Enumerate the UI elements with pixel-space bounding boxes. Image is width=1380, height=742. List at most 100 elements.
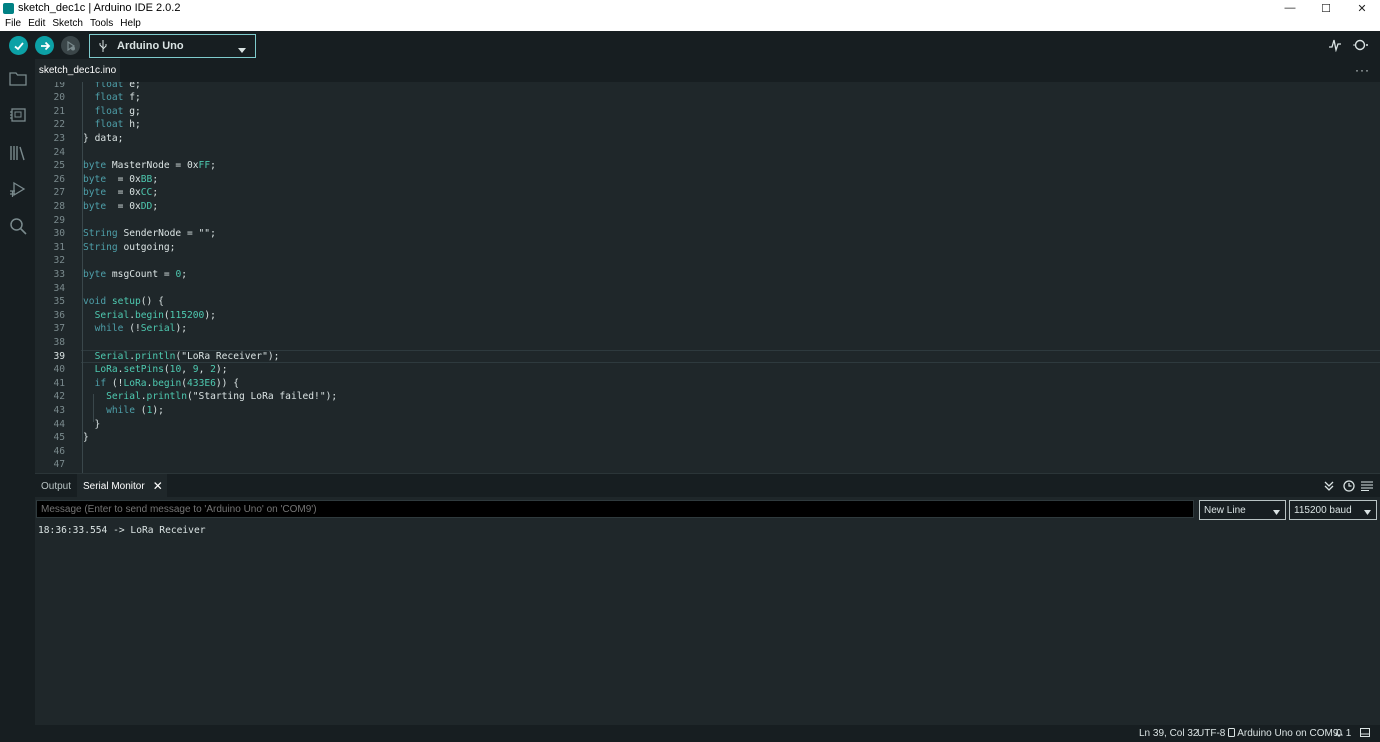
code-text: } — [83, 418, 101, 430]
line-number: 33 — [53, 268, 65, 280]
code-line[interactable]: 23} data; — [35, 132, 1380, 146]
code-editor[interactable]: 19 float e; 20 float f; 21 float g; 22 floa… — [35, 82, 1380, 473]
title-bar: sketch_dec1c | Arduino IDE 2.0.2 — ☐ ✕ — [0, 0, 1380, 16]
clear-list-icon — [1361, 481, 1373, 491]
notifications-indicator[interactable]: 1 — [1335, 728, 1351, 739]
line-number: 47 — [53, 459, 65, 471]
code-line[interactable]: 32 — [35, 254, 1380, 268]
toggle-panel-icon[interactable] — [1360, 728, 1370, 740]
line-number: 22 — [53, 119, 65, 131]
code-line[interactable]: 40 LoRa.setPins(10, 9, 2); — [35, 363, 1380, 377]
tab-serial-monitor-label: Serial Monitor — [83, 480, 145, 492]
code-line[interactable]: 29 — [35, 214, 1380, 228]
folder-icon[interactable] — [8, 68, 28, 88]
bottom-panel-tabs: Output Serial Monitor ✕ — [35, 473, 1380, 499]
code-line[interactable]: 24 — [35, 146, 1380, 160]
board-port-label: Arduino Uno on COM9 — [1237, 728, 1339, 739]
close-icon[interactable]: ✕ — [153, 479, 163, 493]
code-line[interactable]: 42 Serial.println("Starting LoRa failed!… — [35, 390, 1380, 404]
serial-monitor-panel: New Line 115200 baud 18:36:33.554 -> LoR… — [35, 497, 1380, 725]
debug-button[interactable] — [61, 36, 80, 55]
line-number: 46 — [53, 445, 65, 457]
code-line[interactable]: 46 — [35, 445, 1380, 459]
line-number: 19 — [53, 82, 65, 90]
code-line[interactable]: 37 while (!Serial); — [35, 322, 1380, 336]
code-line[interactable]: 25 byte MasterNode = 0xFF; — [35, 159, 1380, 173]
serial-message-input[interactable] — [36, 500, 1194, 518]
minimize-button[interactable]: — — [1272, 0, 1308, 16]
code-line[interactable]: 43 while (1); — [35, 404, 1380, 418]
timestamp-toggle-button[interactable] — [1341, 478, 1357, 494]
line-number: 27 — [53, 187, 65, 199]
close-window-button[interactable]: ✕ — [1344, 0, 1380, 16]
code-line[interactable]: 30 String SenderNode = ""; — [35, 227, 1380, 241]
board-selector[interactable]: Arduino Uno — [89, 34, 256, 58]
code-text: while (1); — [106, 404, 164, 416]
code-line[interactable]: 27 byte = 0xCC; — [35, 186, 1380, 200]
code-line[interactable]: 41 if (!LoRa.begin(433E6)) { — [35, 377, 1380, 391]
clear-output-button[interactable] — [1359, 478, 1375, 494]
serial-output-line: 18:36:33.554 -> LoRa Receiver — [38, 525, 206, 536]
code-line[interactable]: 20 float f; — [35, 91, 1380, 105]
code-line[interactable]: 34 — [35, 282, 1380, 296]
code-text: byte = 0xCC; — [83, 187, 159, 199]
tab-output[interactable]: Output — [41, 474, 71, 498]
line-number: 21 — [53, 105, 65, 117]
chevron-down-icon — [1273, 507, 1280, 518]
activity-sidebar — [0, 59, 35, 725]
arduino-app-icon — [3, 2, 14, 14]
tab-serial-monitor[interactable]: Serial Monitor ✕ — [77, 474, 167, 499]
code-line[interactable]: 39 Serial.println("LoRa Receiver"); — [35, 350, 1380, 364]
chevron-down-icon — [238, 42, 246, 56]
code-line[interactable]: 21 float g; — [35, 105, 1380, 119]
code-line[interactable]: 45} — [35, 431, 1380, 445]
code-line[interactable]: 33 byte msgCount = 0; — [35, 268, 1380, 282]
boards-manager-icon[interactable] — [8, 105, 28, 125]
menu-sketch[interactable]: Sketch — [52, 18, 83, 29]
tab-sketch-file[interactable]: sketch_dec1c.ino — [35, 59, 120, 82]
line-number: 25 — [53, 160, 65, 172]
search-icon[interactable] — [8, 216, 28, 236]
serial-monitor-button[interactable] — [1353, 37, 1369, 53]
menu-tools[interactable]: Tools — [90, 18, 113, 29]
verify-button[interactable] — [9, 36, 28, 55]
code-line[interactable]: 28 byte = 0xDD; — [35, 200, 1380, 214]
more-options-icon[interactable]: ··· — [1355, 63, 1370, 77]
editor-tab-bar: sketch_dec1c.ino ··· — [35, 59, 1380, 82]
code-text: float h; — [94, 119, 141, 131]
maximize-button[interactable]: ☐ — [1308, 0, 1344, 16]
code-line[interactable]: 31 String outgoing; — [35, 241, 1380, 255]
menu-edit[interactable]: Edit — [28, 18, 45, 29]
menu-file[interactable]: File — [5, 18, 21, 29]
code-line[interactable]: 26 byte = 0xBB; — [35, 173, 1380, 187]
magnifier-icon — [1353, 39, 1368, 51]
baud-rate-select[interactable]: 115200 baud — [1289, 500, 1377, 520]
code-line[interactable]: 44 } — [35, 418, 1380, 432]
library-manager-icon[interactable] — [8, 142, 28, 162]
arrow-right-icon — [40, 41, 50, 50]
window-controls: — ☐ ✕ — [1272, 0, 1380, 16]
code-line[interactable]: 47 — [35, 458, 1380, 472]
code-line[interactable]: 22 float h; — [35, 118, 1380, 132]
serial-plotter-button[interactable] — [1327, 37, 1343, 53]
menu-help[interactable]: Help — [120, 18, 141, 29]
line-number: 24 — [53, 146, 65, 158]
autoscroll-button[interactable] — [1321, 478, 1337, 494]
cursor-position[interactable]: Ln 39, Col 32 — [1139, 728, 1199, 739]
board-name: Arduino Uno — [117, 40, 184, 52]
code-line[interactable]: 36 Serial.begin(115200); — [35, 309, 1380, 323]
plotter-icon — [1329, 39, 1341, 52]
code-line[interactable]: 35 void setup() { — [35, 295, 1380, 309]
debug-sidebar-icon[interactable] — [8, 179, 28, 199]
code-text: Serial.begin(115200); — [94, 309, 216, 321]
baud-rate-value: 115200 baud — [1294, 504, 1352, 516]
code-line[interactable]: 38 — [35, 336, 1380, 350]
code-line[interactable]: 19 float e; — [35, 82, 1380, 91]
encoding: UTF-8 — [1197, 728, 1226, 739]
upload-button[interactable] — [35, 36, 54, 55]
line-ending-select[interactable]: New Line — [1199, 500, 1286, 520]
line-number: 30 — [53, 228, 65, 240]
code-text: byte = 0xDD; — [83, 200, 159, 212]
line-number: 34 — [53, 282, 65, 294]
code-text: Serial.println("Starting LoRa failed!"); — [106, 391, 338, 403]
